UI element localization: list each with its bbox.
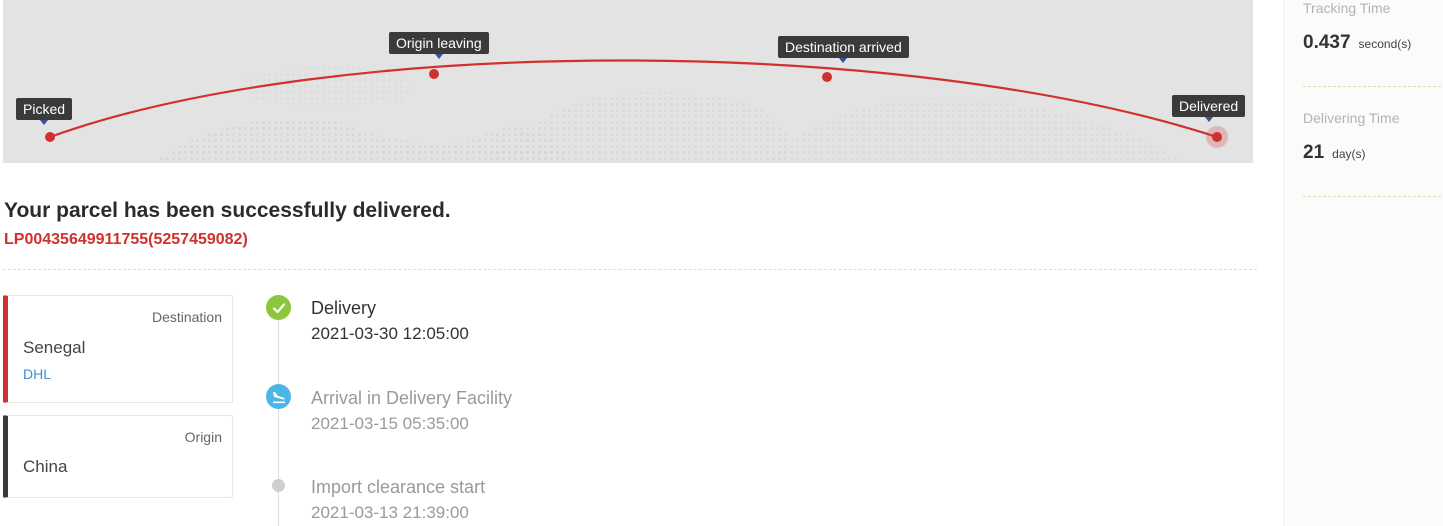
tracking-time-unit: second(s) <box>1358 37 1412 51</box>
origin-card-kind: Origin <box>184 429 222 445</box>
origin-country: China <box>23 457 68 476</box>
route-stop-picked-marker <box>45 132 55 142</box>
stats-divider <box>1303 86 1441 87</box>
route-stop-destination-arrived-marker <box>822 72 832 82</box>
stats-divider <box>1303 196 1441 197</box>
route-map: Picked Origin leaving Destination arrive… <box>3 0 1253 163</box>
timeline-event-title: Delivery <box>311 298 377 318</box>
delivering-time-value: 21 <box>1303 142 1325 163</box>
delivering-time-label: Delivering Time <box>1303 110 1400 126</box>
section-divider <box>3 269 1257 270</box>
route-line <box>45 59 1228 148</box>
tracking-time-stat: Tracking Time 0.437 second(s) <box>1303 0 1441 54</box>
tracking-time-value: 0.437 <box>1303 32 1351 53</box>
route-stop-label-picked: Picked <box>16 98 73 125</box>
dot-icon <box>272 479 285 492</box>
stats-panel: Tracking Time 0.437 second(s) Delivering … <box>1283 0 1443 526</box>
destination-carrier-link[interactable]: DHL <box>23 366 51 382</box>
plane-landing-icon <box>266 384 291 409</box>
timeline-event-time: 2021-03-30 12:05:00 <box>311 324 469 343</box>
timeline-connector <box>278 318 279 526</box>
delivering-time-stat: Delivering Time 21 day(s) <box>1303 110 1441 164</box>
timeline-event-title: Arrival in Delivery Facility <box>311 388 513 408</box>
delivering-time-unit: day(s) <box>1332 147 1366 161</box>
route-stop-origin-leaving-marker <box>429 69 439 79</box>
destination-card-kind: Destination <box>151 309 222 325</box>
route-stop-label-origin-leaving: Origin leaving <box>389 32 489 59</box>
route-stop-label-destination-arrived: Destination arrived <box>778 36 909 63</box>
destination-card: Destination Senegal DHL <box>3 295 233 403</box>
tracking-number: LP00435649911755(5257459082) <box>4 231 248 248</box>
timeline-event-time: 2021-03-15 05:35:00 <box>311 414 469 433</box>
destination-country: Senegal <box>23 338 86 357</box>
timeline-event-time: 2021-03-13 21:39:00 <box>311 503 469 522</box>
check-icon <box>266 295 291 320</box>
timeline-event-title: Import clearance start <box>311 477 486 497</box>
origin-card: Origin China <box>3 415 233 498</box>
route-stop-label-delivered: Delivered <box>1172 95 1246 122</box>
delivery-status-message: Your parcel has been successfully delive… <box>4 199 451 222</box>
tracking-time-label: Tracking Time <box>1303 0 1391 16</box>
route-stop-delivered-marker <box>1212 132 1222 142</box>
